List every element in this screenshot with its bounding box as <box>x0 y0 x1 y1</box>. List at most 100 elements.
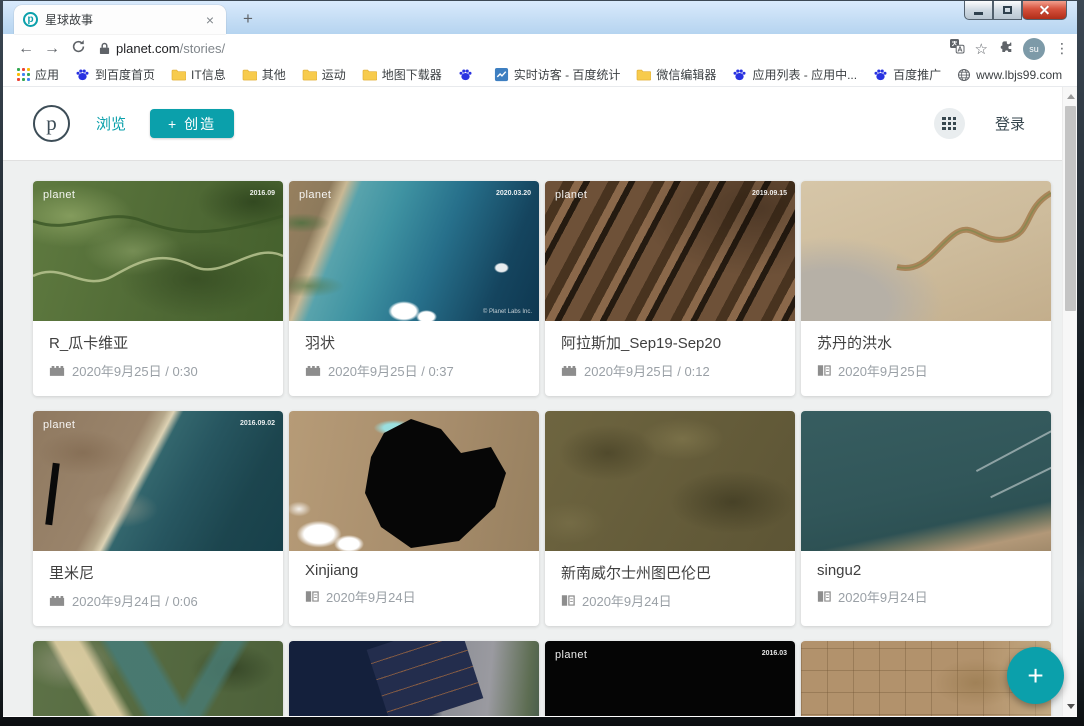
story-card[interactable]: planet 2016.09 R_瓜卡维亚 2020年9月25日 / 0:30 <box>33 181 283 396</box>
translate-icon[interactable] <box>949 38 965 59</box>
baidu-paw-icon <box>732 67 747 82</box>
story-card[interactable]: 苏丹的洪水 2020年9月25日 <box>801 181 1051 396</box>
create-story-fab[interactable]: + <box>1007 647 1064 704</box>
extensions-puzzle-icon[interactable] <box>998 39 1013 59</box>
bookmark-gmail[interactable]: M Gmail <box>1072 65 1077 84</box>
nav-browse[interactable]: 浏览 <box>96 113 126 134</box>
bookmark-folder-other[interactable]: 其他 <box>236 64 292 85</box>
bookmark-folder-wechat-editor[interactable]: 微信编辑器 <box>630 64 722 85</box>
back-icon[interactable]: ← <box>13 40 39 58</box>
page-header: p 浏览 + 创造 登录 <box>3 87 1077 161</box>
story-caption: 新南威尔士州图巴伦巴 2020年9月24日 <box>545 551 795 626</box>
stories-grid-area: planet 2016.09 R_瓜卡维亚 2020年9月25日 / 0:30 <box>3 161 1077 716</box>
globe-icon <box>957 68 971 82</box>
image-date-overlay: 2016.09.02 <box>240 420 275 427</box>
story-thumbnail: planet 2016.09 <box>33 181 283 321</box>
story-title: 羽状 <box>305 332 523 353</box>
story-caption: 阿拉斯加_Sep19-Sep20 2020年9月25日 / 0:12 <box>545 321 795 396</box>
story-meta: 2020年9月24日 <box>305 587 523 606</box>
bookmark-baidu-home[interactable]: 到百度首页 <box>69 64 161 85</box>
minimize-button[interactable] <box>964 1 993 20</box>
story-title: Xinjiang <box>305 562 523 579</box>
story-caption: 苏丹的洪水 2020年9月25日 <box>801 321 1051 396</box>
movie-icon <box>49 364 65 377</box>
scrollbar-thumb[interactable] <box>1065 106 1076 311</box>
tab-close-icon[interactable]: × <box>202 12 218 28</box>
bookmark-apps[interactable]: 应用 <box>11 64 65 85</box>
compare-icon <box>561 594 575 607</box>
story-caption: 羽状 2020年9月25日 / 0:37 <box>289 321 539 396</box>
story-meta: 2020年9月24日 / 0:06 <box>49 591 267 610</box>
reload-icon[interactable] <box>65 39 91 59</box>
contrail-art <box>990 466 1051 498</box>
baidu-paw-icon <box>873 67 888 82</box>
maximize-button[interactable] <box>993 1 1022 20</box>
bookmark-folder-sport[interactable]: 运动 <box>296 64 352 85</box>
scroll-down-arrow[interactable] <box>1063 699 1077 714</box>
header-right: 登录 <box>934 108 1025 139</box>
apps-grid-icon <box>17 68 30 81</box>
annotation-bar <box>45 463 60 525</box>
story-thumbnail <box>545 411 795 551</box>
planet-watermark: planet <box>555 189 587 201</box>
story-date: 2020年9月25日 / 0:37 <box>328 361 454 380</box>
planet-logo[interactable]: p <box>33 105 70 142</box>
story-date: 2020年9月24日 <box>838 587 928 606</box>
bookmark-app-list[interactable]: 应用列表 - 应用中... <box>726 64 863 85</box>
apps-launcher-button[interactable] <box>934 108 965 139</box>
story-meta: 2020年9月25日 / 0:12 <box>561 361 779 380</box>
bookmark-baidu[interactable] <box>452 65 484 84</box>
planet-watermark: planet <box>555 649 587 661</box>
title-bar: p 星球故事 × + <box>3 1 1077 34</box>
forward-icon[interactable]: → <box>39 40 65 58</box>
story-meta: 2020年9月24日 <box>817 587 1035 606</box>
story-thumbnail <box>289 641 539 716</box>
profile-avatar[interactable]: su <box>1023 38 1045 60</box>
baidu-paw-icon <box>458 67 473 82</box>
close-button[interactable] <box>1022 1 1067 20</box>
bookmark-star-icon[interactable]: ☆ <box>975 40 988 58</box>
story-date: 2020年9月25日 / 0:12 <box>584 361 710 380</box>
chrome-menu-icon[interactable]: ⋮ <box>1055 40 1069 57</box>
story-card[interactable]: singu2 2020年9月24日 <box>801 411 1051 626</box>
bookmark-lbjs99[interactable]: www.lbjs99.com <box>951 66 1068 84</box>
login-link[interactable]: 登录 <box>995 113 1025 134</box>
folder-icon <box>242 68 257 81</box>
bookmark-baidu-promo[interactable]: 百度推广 <box>867 64 947 85</box>
image-date-overlay: 2019.09.15 <box>752 190 787 197</box>
bookmark-label: 实时访客 - 百度统计 <box>514 66 621 83</box>
lock-icon[interactable] <box>99 42 110 55</box>
address-bar[interactable]: planet.com/stories/ <box>97 41 941 56</box>
river-art <box>801 181 1051 321</box>
bookmark-folder-it[interactable]: IT信息 <box>165 64 232 85</box>
story-card[interactable] <box>33 641 283 716</box>
minimize-icon <box>974 12 983 15</box>
bookmark-label: www.lbjs99.com <box>976 68 1062 82</box>
bookmark-label: 到百度首页 <box>95 66 155 83</box>
bookmark-label: 运动 <box>322 66 346 83</box>
bookmark-folder-mapdownloader[interactable]: 地图下载器 <box>356 64 448 85</box>
create-button[interactable]: + 创造 <box>150 109 234 138</box>
story-card[interactable]: planet 2016.03 <box>545 641 795 716</box>
story-card[interactable]: planet 2020.03.20 © Planet Labs Inc. 羽状 … <box>289 181 539 396</box>
story-card[interactable]: planet 2019.09.15 阿拉斯加_Sep19-Sep20 2020年… <box>545 181 795 396</box>
scroll-up-arrow[interactable] <box>1063 89 1077 104</box>
page-scrollbar[interactable] <box>1062 87 1077 716</box>
browser-tab[interactable]: p 星球故事 × <box>14 5 226 34</box>
bookmark-baidu-tongji[interactable]: 实时访客 - 百度统计 <box>488 64 627 85</box>
attribution-overlay: © Planet Labs Inc. <box>483 309 532 315</box>
bookmark-label: 微信编辑器 <box>656 66 716 83</box>
story-date: 2020年9月25日 <box>838 361 928 380</box>
story-card[interactable] <box>289 641 539 716</box>
folder-icon <box>362 68 377 81</box>
new-tab-button[interactable]: + <box>236 8 260 32</box>
stories-grid: planet 2016.09 R_瓜卡维亚 2020年9月25日 / 0:30 <box>33 181 1077 716</box>
bookmark-label: 地图下载器 <box>382 66 442 83</box>
story-card[interactable]: planet 2016.09.02 里米尼 2020年9月24日 / 0:06 <box>33 411 283 626</box>
story-card[interactable]: 新南威尔士州图巴伦巴 2020年9月24日 <box>545 411 795 626</box>
story-meta: 2020年9月25日 <box>817 361 1035 380</box>
story-date: 2020年9月24日 <box>582 591 672 610</box>
down-triangle-icon <box>1067 704 1075 709</box>
story-thumbnail <box>289 411 539 551</box>
story-card[interactable]: Xinjiang 2020年9月24日 <box>289 411 539 626</box>
